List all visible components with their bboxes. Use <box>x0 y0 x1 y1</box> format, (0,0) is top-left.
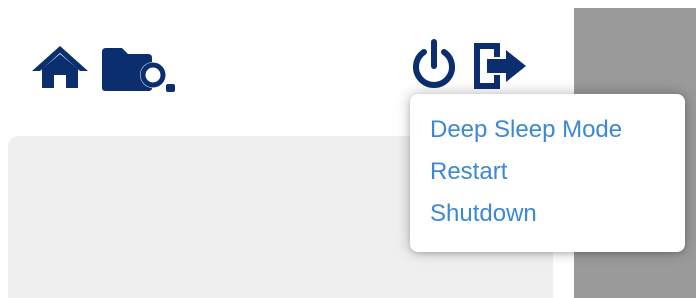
menu-item-shutdown[interactable]: Shutdown <box>430 199 537 229</box>
home-icon[interactable] <box>30 44 90 90</box>
power-icon[interactable] <box>404 38 464 94</box>
power-dropdown-menu: Deep Sleep Mode Restart Shutdown <box>410 94 685 252</box>
menu-item-restart[interactable]: Restart <box>430 157 507 187</box>
folder-search-icon[interactable] <box>100 42 178 92</box>
logout-icon[interactable] <box>468 40 530 92</box>
menu-item-deep-sleep-mode[interactable]: Deep Sleep Mode <box>430 115 622 145</box>
